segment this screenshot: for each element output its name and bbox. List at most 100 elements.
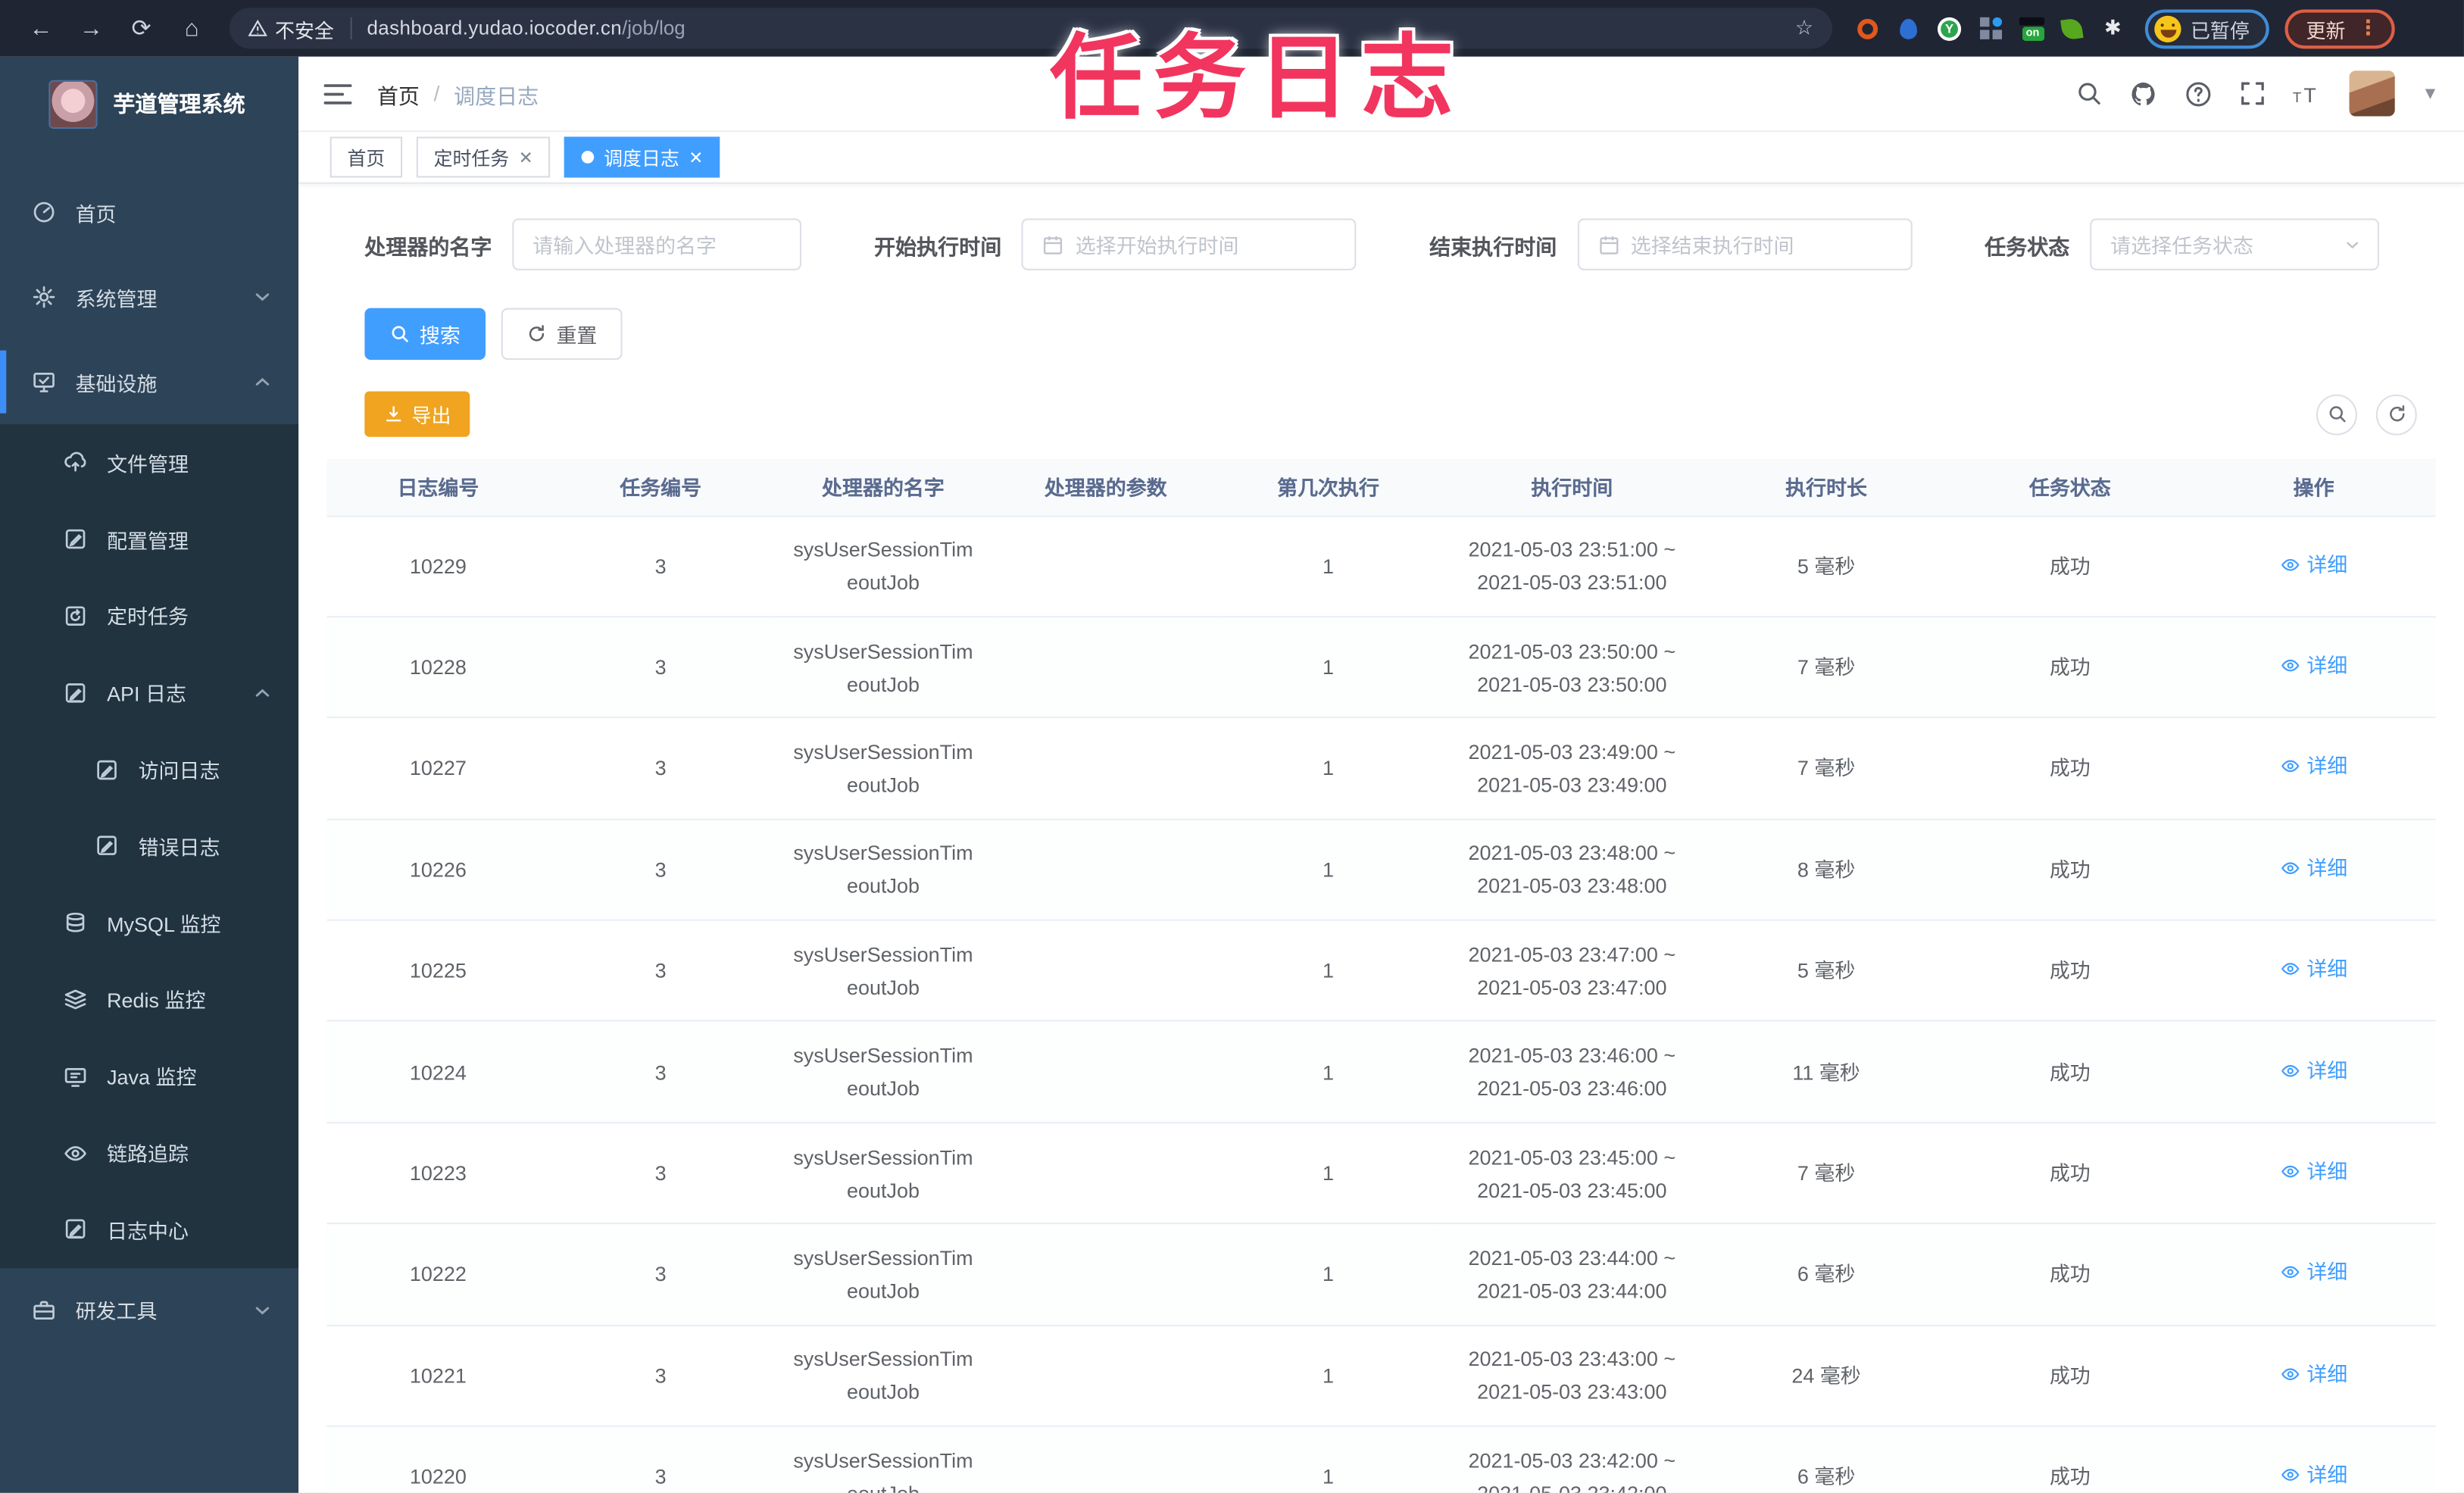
cell-handler-params xyxy=(994,920,1217,1023)
emoji-face-icon xyxy=(2154,14,2181,42)
eye-icon xyxy=(2281,963,2300,976)
extension-icons: Y on ✱ xyxy=(1854,15,2126,42)
app-title: 芋道管理系统 xyxy=(113,91,245,117)
cell-actions: 详细 xyxy=(2191,920,2436,1023)
detail-link[interactable]: 详细 xyxy=(2280,1155,2347,1188)
cell-duration: 6 毫秒 xyxy=(1704,1223,1948,1326)
hamburger-icon[interactable] xyxy=(323,81,352,106)
sidebar-item-api-log[interactable]: API 日志 xyxy=(0,654,298,731)
back-icon[interactable]: ← xyxy=(20,8,61,48)
detail-link[interactable]: 详细 xyxy=(2280,751,2347,784)
extension-green-y-icon[interactable]: Y xyxy=(1936,15,1963,42)
avatar[interactable] xyxy=(2349,70,2395,117)
handler-name-input[interactable]: 请输入处理器的名字 xyxy=(512,218,802,270)
detail-link[interactable]: 详细 xyxy=(2280,1256,2347,1289)
sidebar-item-file-management[interactable]: 文件管理 xyxy=(0,424,298,501)
table-row: 10221 3 sysUserSessionTim eoutJob 1 2021-… xyxy=(326,1325,2436,1427)
cell-log-id: 10226 xyxy=(326,819,550,921)
paused-badge[interactable]: 已暂停 xyxy=(2144,8,2269,48)
sidebar-item-system[interactable]: 系统管理 xyxy=(0,255,298,339)
svg-text:T: T xyxy=(2293,89,2301,105)
detail-link[interactable]: 详细 xyxy=(2280,548,2347,581)
detail-link[interactable]: 详细 xyxy=(2280,1054,2347,1087)
sidebar-item-error-log[interactable]: 错误日志 xyxy=(0,807,298,884)
app-logo-image xyxy=(48,79,98,129)
cell-log-id: 10224 xyxy=(326,1021,550,1124)
placeholder: 选择开始执行时间 xyxy=(1075,234,1239,258)
cell-execute-index: 1 xyxy=(1216,1325,1440,1427)
sidebar-item-dev-tools[interactable]: 研发工具 xyxy=(0,1268,298,1353)
sidebar-item-scheduled-tasks[interactable]: 定时任务 xyxy=(0,578,298,654)
address-bar[interactable]: 不安全 dashboard.yudao.iocoder.cn/job/log ☆ xyxy=(229,8,1832,49)
detail-label: 详细 xyxy=(2306,552,2348,576)
cell-log-id: 10222 xyxy=(326,1223,550,1326)
update-button[interactable]: 更新 ⋮ xyxy=(2284,8,2394,48)
detail-link[interactable]: 详细 xyxy=(2280,953,2347,986)
caret-down-icon[interactable]: ▼ xyxy=(2422,84,2439,103)
task-status-select[interactable]: 请选择任务状态 xyxy=(2090,218,2379,270)
sidebar-item-trace[interactable]: 链路追踪 xyxy=(0,1114,298,1191)
search-button[interactable]: 搜索 xyxy=(364,308,486,361)
eye-icon xyxy=(2281,1165,2300,1178)
calendar-icon xyxy=(1599,235,1618,254)
home-icon[interactable]: ⌂ xyxy=(171,8,212,48)
column-header: 操作 xyxy=(2191,458,2436,517)
toggle-search-button[interactable] xyxy=(2316,393,2357,435)
forward-icon[interactable]: → xyxy=(70,8,111,48)
tab-home[interactable]: 首页 xyxy=(329,136,403,178)
close-icon[interactable]: ✕ xyxy=(519,147,533,167)
extension-on-icon[interactable]: on xyxy=(2018,15,2044,42)
cell-handler-params xyxy=(994,617,1217,719)
cell-handler-params xyxy=(994,1223,1217,1326)
bookmark-star-icon[interactable]: ☆ xyxy=(1795,16,1813,41)
detail-link[interactable]: 详细 xyxy=(2280,851,2347,885)
detail-link[interactable]: 详细 xyxy=(2280,1357,2347,1391)
edit-square-icon xyxy=(65,529,86,549)
detail-link[interactable]: 详细 xyxy=(2280,1459,2347,1492)
reset-button[interactable]: 重置 xyxy=(501,308,623,361)
sidebar-item-log-center[interactable]: 日志中心 xyxy=(0,1191,298,1267)
fullscreen-icon[interactable] xyxy=(2240,80,2266,107)
help-icon[interactable] xyxy=(2184,80,2213,108)
tab-schedule-log[interactable]: 调度日志 ✕ xyxy=(564,136,721,178)
extension-drop-icon[interactable] xyxy=(1895,15,1922,42)
menu-dots-icon[interactable]: ⋮ xyxy=(2358,16,2378,41)
cell-handler-name: sysUserSessionTimeoutJob xyxy=(772,617,995,719)
tab-scheduled-tasks[interactable]: 定时任务 ✕ xyxy=(416,136,551,178)
end-time-picker[interactable]: 选择结束执行时间 xyxy=(1577,218,1913,270)
url-path: /job/log xyxy=(622,17,685,39)
search-icon[interactable] xyxy=(2076,80,2103,107)
export-button[interactable]: 导出 xyxy=(364,391,470,437)
sidebar-item-java-monitor[interactable]: Java 监控 xyxy=(0,1038,298,1114)
font-size-icon[interactable]: TT xyxy=(2293,81,2322,106)
sidebar-item-label: 研发工具 xyxy=(75,1300,158,1324)
detail-link[interactable]: 详细 xyxy=(2280,649,2347,682)
table-row: 10227 3 sysUserSessionTim eoutJob 1 2021-… xyxy=(326,717,2436,820)
cell-execute-index: 1 xyxy=(1216,1223,1440,1326)
sidebar-logo[interactable]: 芋道管理系统 xyxy=(0,57,298,151)
security-warning[interactable]: 不安全 xyxy=(248,14,334,43)
reload-icon[interactable]: ⟳ xyxy=(121,8,162,48)
table-row: 10228 3 sysUserSessionTim eoutJob 1 2021-… xyxy=(326,617,2436,719)
start-time-picker[interactable]: 选择开始执行时间 xyxy=(1022,218,1357,270)
extensions-puzzle-icon[interactable]: ✱ xyxy=(2100,15,2126,42)
cell-status: 成功 xyxy=(1947,717,2192,820)
sidebar-item-label: Java 监控 xyxy=(107,1066,197,1090)
close-icon[interactable]: ✕ xyxy=(689,147,703,167)
breadcrumb-home[interactable]: 首页 xyxy=(377,78,420,109)
github-icon[interactable] xyxy=(2129,80,2157,108)
sidebar-item-config-management[interactable]: 配置管理 xyxy=(0,501,298,577)
cell-execute-time: 2021-05-03 23:44:00 ~2021-05-03 23:44:00 xyxy=(1439,1223,1705,1326)
sidebar-item-infrastructure[interactable]: 基础设施 xyxy=(0,339,298,424)
cell-execute-index: 1 xyxy=(1216,515,1440,618)
sidebar-item-home[interactable]: 首页 xyxy=(0,170,298,255)
extension-grid-icon[interactable] xyxy=(1977,15,2003,42)
cell-duration: 24 毫秒 xyxy=(1704,1325,1948,1427)
sidebar-item-access-log[interactable]: 访问日志 xyxy=(0,731,298,807)
extension-leaf-icon[interactable] xyxy=(2059,15,2085,42)
extension-orange-icon[interactable] xyxy=(1854,15,1881,42)
sidebar-item-mysql-monitor[interactable]: MySQL 监控 xyxy=(0,885,298,961)
active-dot xyxy=(582,151,595,164)
sidebar-item-redis-monitor[interactable]: Redis 监控 xyxy=(0,961,298,1038)
refresh-table-button[interactable] xyxy=(2375,393,2417,435)
